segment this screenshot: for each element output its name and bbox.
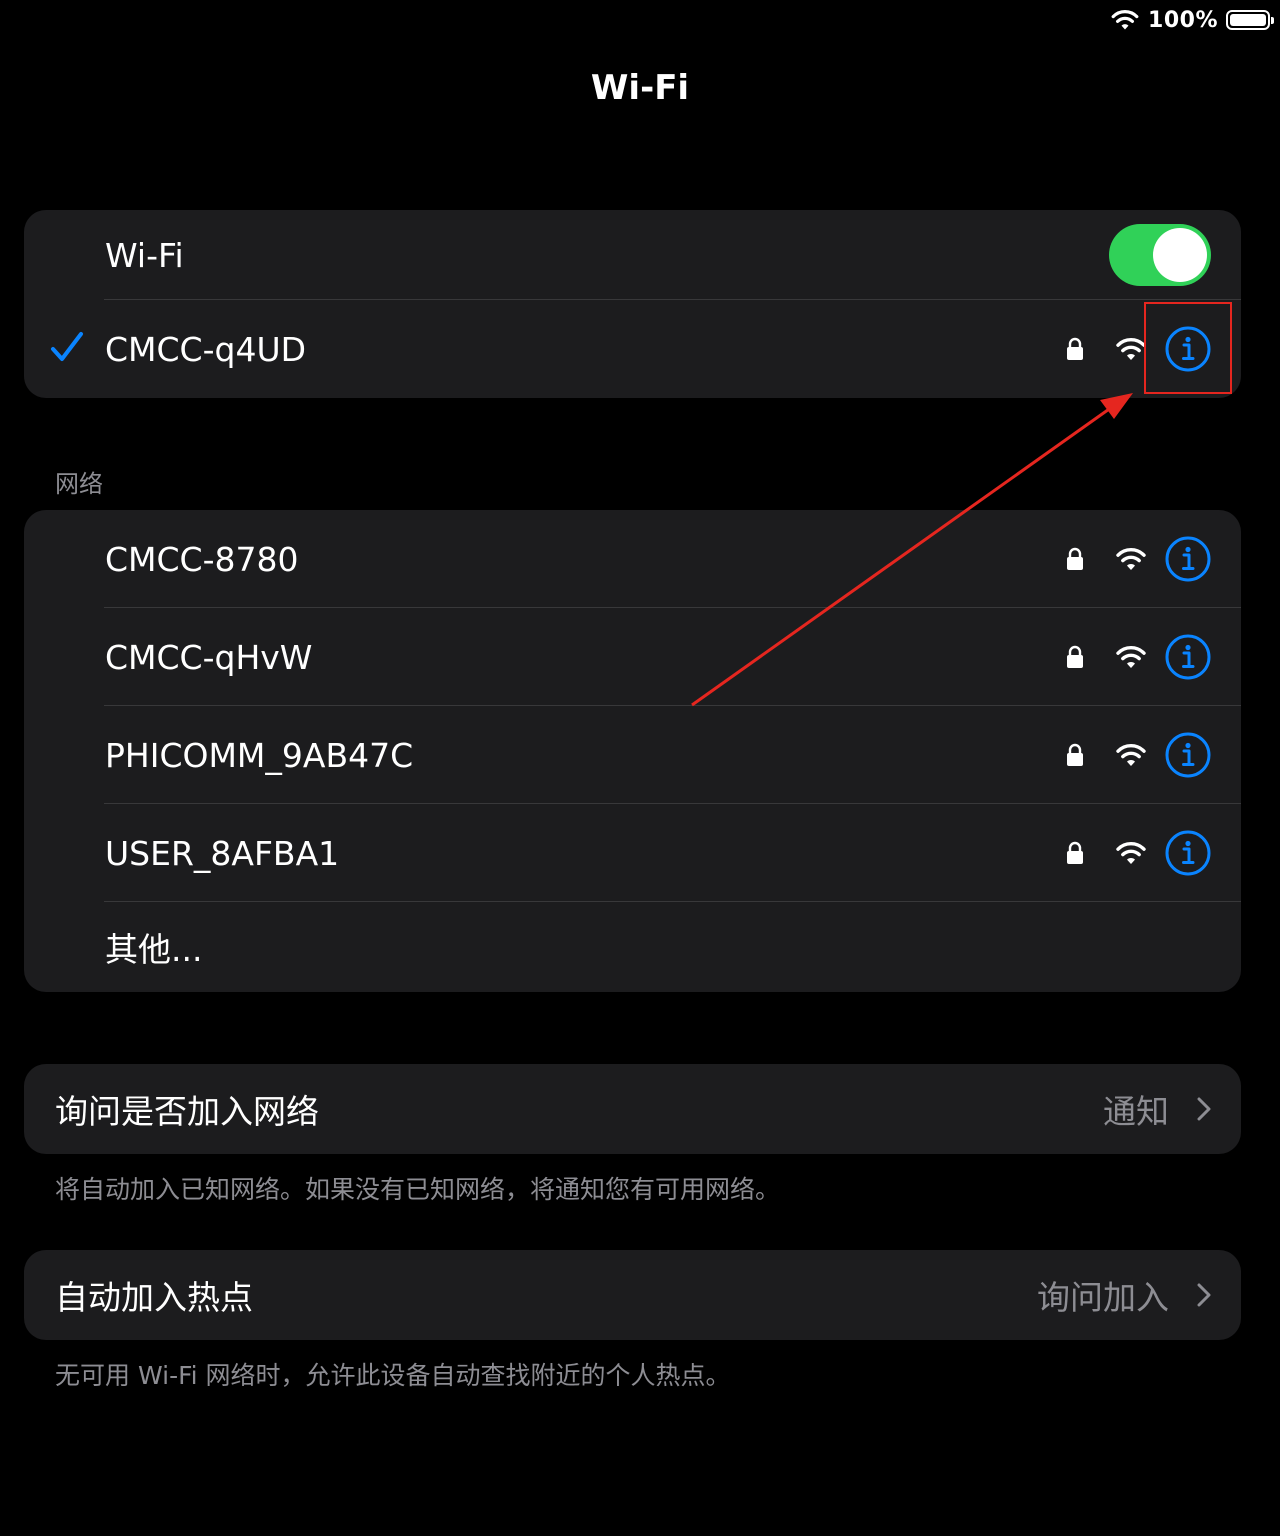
wifi-toggle-row: Wi-Fi xyxy=(24,210,1241,300)
status-bar: 100% xyxy=(1110,4,1274,36)
network-row[interactable]: CMCC-8780 xyxy=(24,510,1241,608)
auto-hotspot-card: 自动加入热点 询问加入 xyxy=(24,1250,1241,1340)
auto-hotspot-footnote: 无可用 Wi-Fi 网络时，允许此设备自动查找附近的个人热点。 xyxy=(55,1361,731,1390)
page-title: Wi-Fi xyxy=(590,68,690,108)
other-network-label: 其他... xyxy=(105,930,203,969)
ask-to-join-footnote: 将自动加入已知网络。如果没有已知网络，将通知您有可用网络。 xyxy=(55,1175,781,1204)
network-row[interactable]: CMCC-qHvW xyxy=(24,608,1241,706)
checkmark-icon xyxy=(51,332,83,361)
info-icon[interactable] xyxy=(1165,536,1211,582)
wifi-status-icon xyxy=(1110,9,1140,31)
wifi-signal-icon xyxy=(1116,548,1146,570)
network-name: CMCC-qHvW xyxy=(105,637,313,677)
ask-to-join-label: 询问是否加入网络 xyxy=(55,1092,319,1131)
wifi-signal-icon xyxy=(1116,842,1146,864)
lock-icon xyxy=(1067,645,1083,668)
network-row[interactable]: USER_8AFBA1 xyxy=(24,804,1241,902)
network-name: CMCC-8780 xyxy=(105,539,299,579)
lock-icon xyxy=(1067,547,1083,570)
info-icon[interactable] xyxy=(1165,830,1211,876)
lock-icon xyxy=(1067,337,1083,360)
info-icon[interactable] xyxy=(1165,732,1211,778)
chevron-right-icon xyxy=(1197,1283,1211,1307)
lock-icon xyxy=(1067,743,1083,766)
auto-hotspot-label: 自动加入热点 xyxy=(55,1278,253,1317)
info-icon[interactable] xyxy=(1165,634,1211,680)
lock-icon xyxy=(1067,841,1083,864)
wifi-toggle[interactable] xyxy=(1109,224,1211,286)
networks-section-header: 网络 xyxy=(55,470,103,498)
wifi-signal-icon xyxy=(1116,646,1146,668)
chevron-right-icon xyxy=(1197,1097,1211,1121)
wifi-signal-icon xyxy=(1116,338,1146,360)
ask-to-join-value: 通知 xyxy=(1103,1092,1169,1131)
connected-network-name: CMCC-q4UD xyxy=(105,329,307,369)
wifi-signal-icon xyxy=(1116,744,1146,766)
connected-network-row[interactable]: CMCC-q4UD xyxy=(24,300,1241,398)
battery-percent: 100% xyxy=(1148,7,1218,33)
networks-card: CMCC-8780 CMCC-qHvW PHICOMM_9AB47C USER_… xyxy=(24,510,1241,992)
ask-to-join-row[interactable]: 询问是否加入网络 通知 xyxy=(24,1064,1241,1154)
network-name: PHICOMM_9AB47C xyxy=(105,735,414,775)
wifi-toggle-label: Wi-Fi xyxy=(105,235,184,275)
battery-icon xyxy=(1226,10,1274,30)
network-name: USER_8AFBA1 xyxy=(105,833,340,873)
auto-hotspot-value: 询问加入 xyxy=(1037,1278,1169,1317)
ask-to-join-card: 询问是否加入网络 通知 xyxy=(24,1064,1241,1154)
network-row[interactable]: PHICOMM_9AB47C xyxy=(24,706,1241,804)
auto-hotspot-row[interactable]: 自动加入热点 询问加入 xyxy=(24,1250,1241,1340)
annotation-highlight-box xyxy=(1144,302,1232,394)
other-network-row[interactable]: 其他... xyxy=(24,902,1241,992)
wifi-card: Wi-Fi CMCC-q4UD xyxy=(24,210,1241,398)
